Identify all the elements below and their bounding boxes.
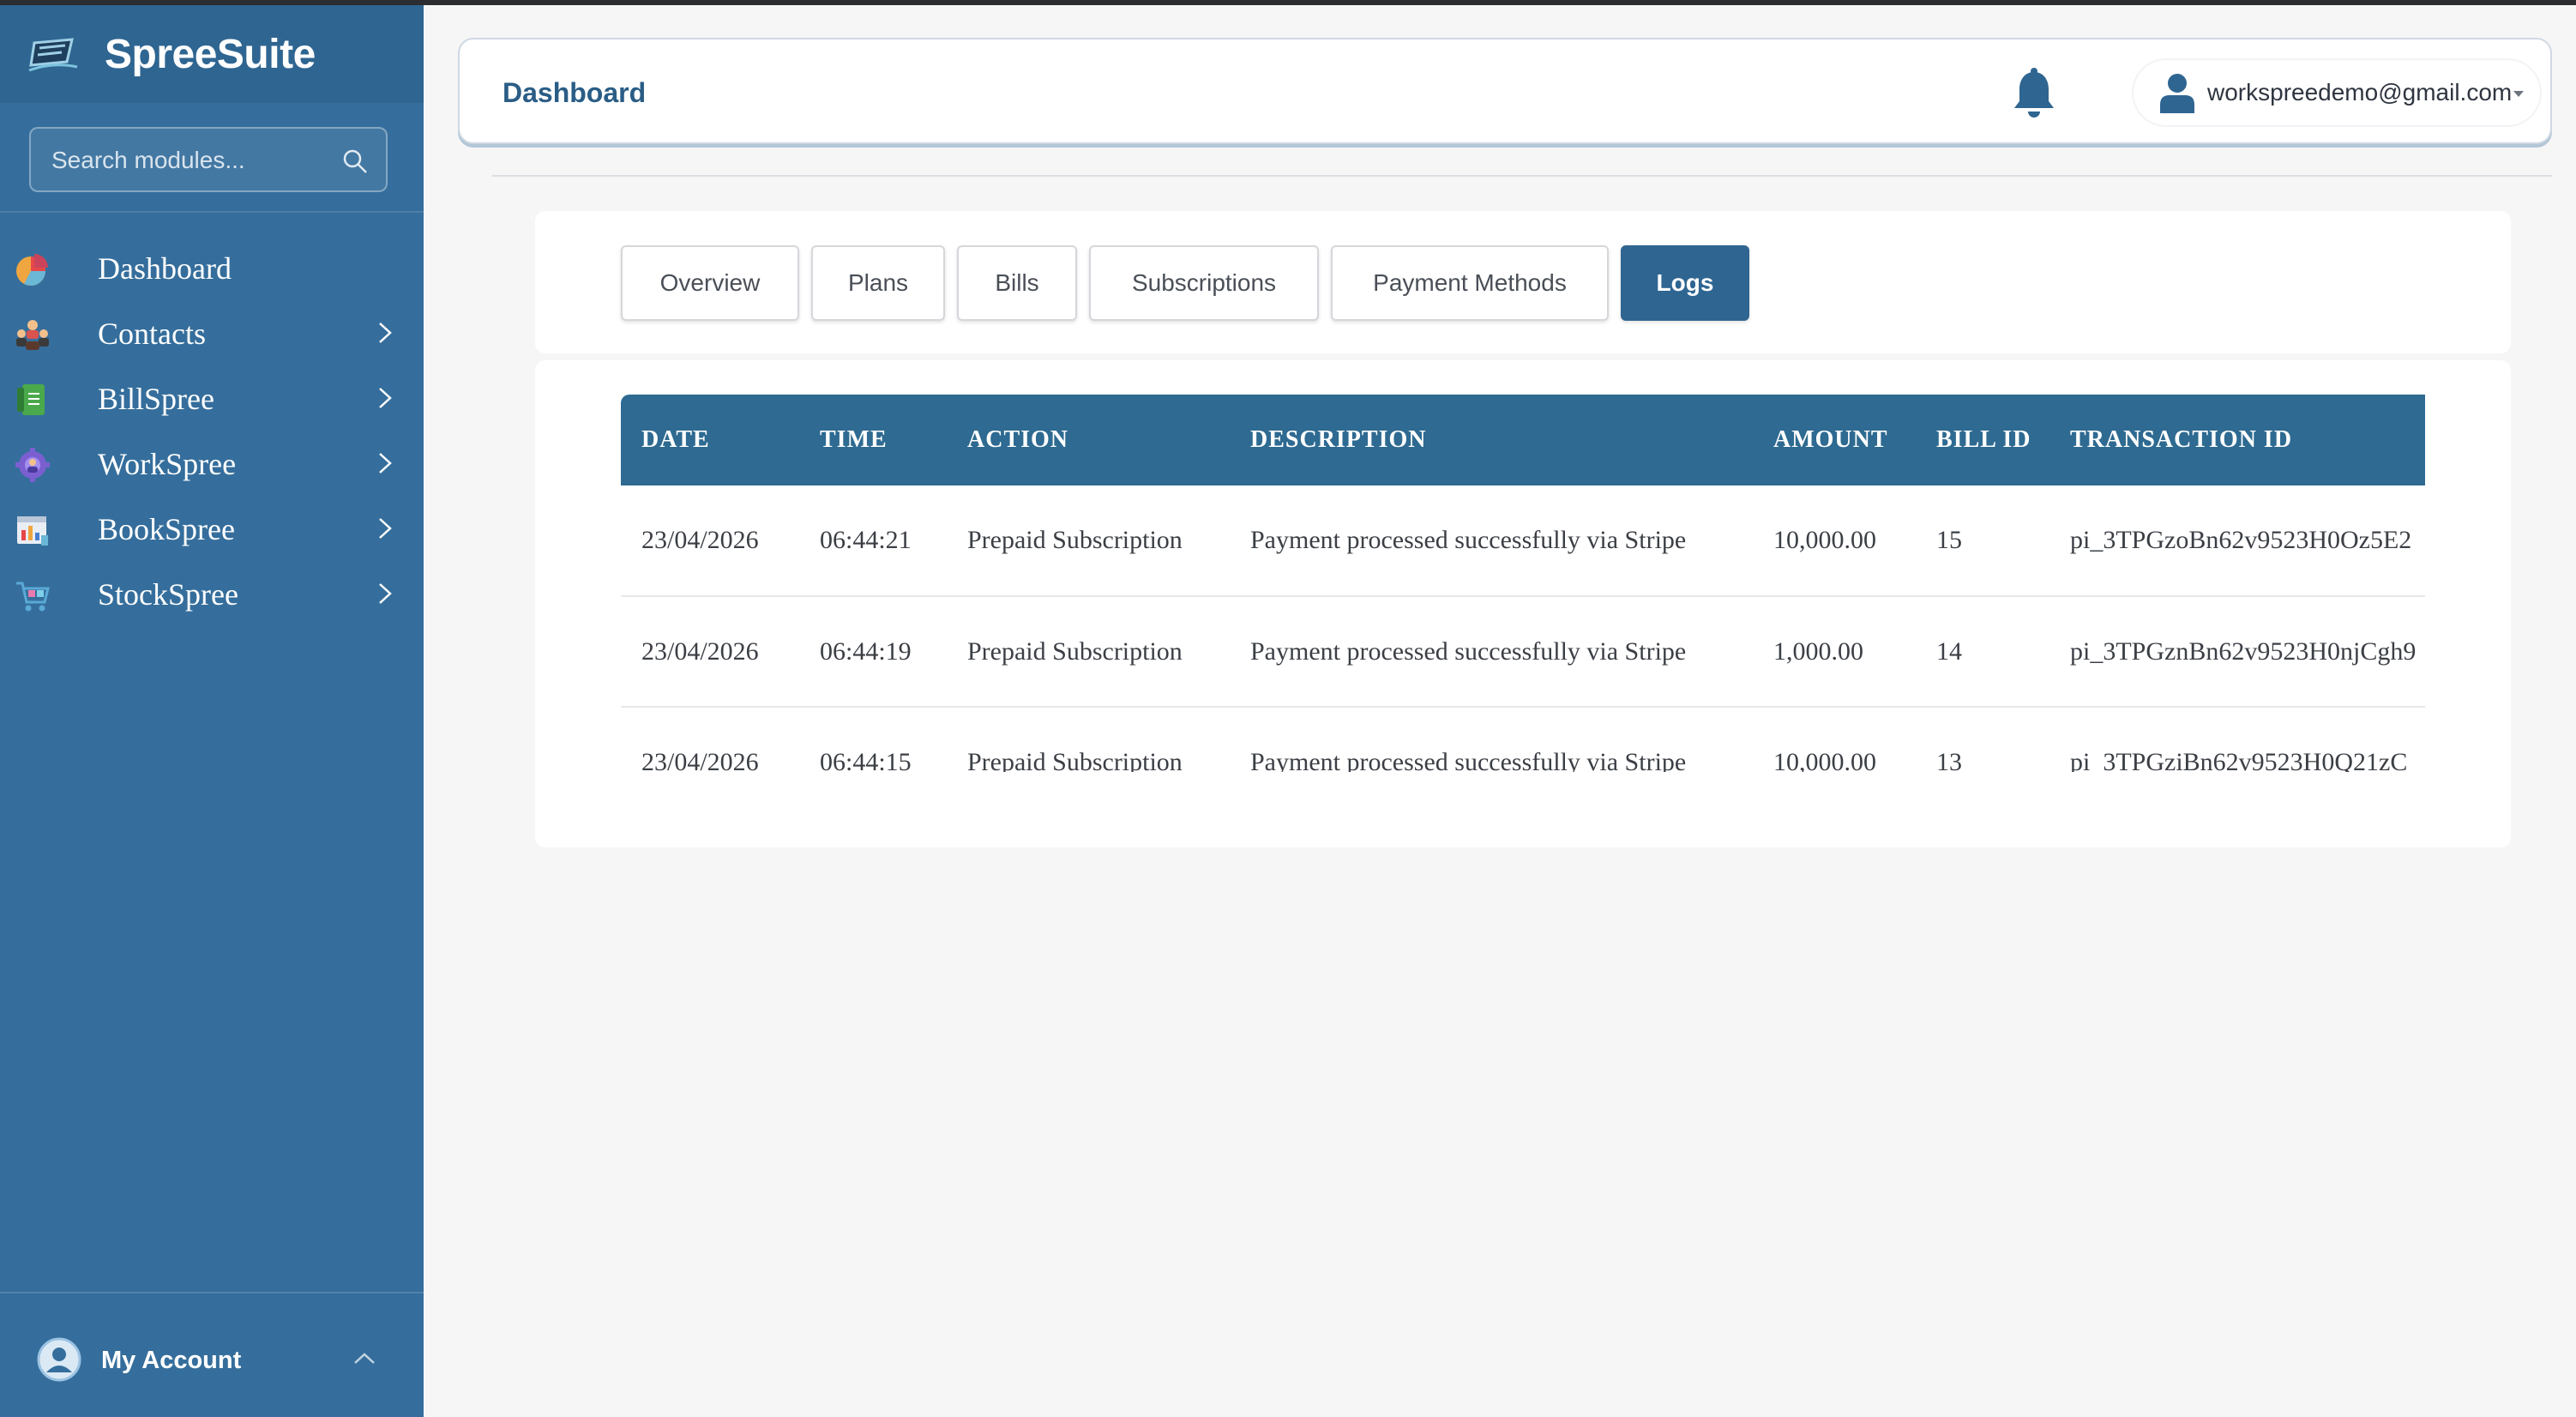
module-search bbox=[29, 127, 388, 192]
window-top-edge bbox=[0, 0, 2576, 5]
sidebar-divider bbox=[0, 211, 424, 213]
cell-action: Prepaid Subscription bbox=[967, 748, 1183, 772]
table-header-row: DATE TIME ACTION DESCRIPTION AMOUNT BILL… bbox=[621, 395, 2425, 485]
sidebar-item-workspree[interactable]: WorkSpree bbox=[0, 431, 424, 496]
tab-payment-methods[interactable]: Payment Methods bbox=[1331, 245, 1609, 321]
top-header: Dashboard workspreedemo@gmail.com bbox=[458, 38, 2552, 144]
cell-date: 23/04/2026 bbox=[621, 596, 799, 708]
header-divider bbox=[492, 175, 2552, 177]
search-icon[interactable] bbox=[341, 148, 369, 175]
logs-table-scroll[interactable]: DATE TIME ACTION DESCRIPTION AMOUNT BILL… bbox=[621, 395, 2425, 772]
sidebar-item-label: Contacts bbox=[98, 317, 206, 351]
cell-action: Prepaid Subscription bbox=[947, 485, 1230, 597]
cell-description: Payment processed successfully via Strip… bbox=[1230, 485, 1753, 597]
cell-bill-id: 14 bbox=[1916, 596, 2049, 708]
table-row: 23/04/2026 06:44:15 Prepaid Subscription… bbox=[621, 707, 2425, 772]
cell-amount: 10,000.00 bbox=[1753, 485, 1916, 597]
gear-team-icon bbox=[15, 448, 50, 482]
page-title: Dashboard bbox=[503, 77, 647, 108]
logs-card: DATE TIME ACTION DESCRIPTION AMOUNT BILL… bbox=[535, 360, 2511, 847]
column-header-amount: AMOUNT bbox=[1753, 395, 1916, 485]
cell-bill-id: 15 bbox=[1916, 485, 2049, 597]
app-name: SpreeSuite bbox=[105, 32, 316, 77]
caret-down-icon bbox=[2513, 91, 2524, 97]
brand-bar: SpreeSuite bbox=[0, 5, 424, 103]
table-row: 23/04/2026 06:44:19 Prepaid Subscription… bbox=[621, 596, 2425, 708]
sidebar-item-label: WorkSpree bbox=[98, 447, 237, 481]
chevron-right-icon bbox=[379, 583, 392, 604]
cell-time: 06:44:21 bbox=[799, 485, 947, 597]
cell-action: Prepaid Subscription bbox=[947, 596, 1230, 708]
column-header-bill-id: BILL ID bbox=[1916, 395, 2049, 485]
cell-date: 23/04/2026 bbox=[621, 485, 799, 597]
tab-bills[interactable]: Bills bbox=[957, 245, 1077, 321]
sidebar-item-label: BookSpree bbox=[98, 512, 235, 546]
tab-logs[interactable]: Logs bbox=[1621, 245, 1749, 321]
cell-time: 06:44:19 bbox=[799, 596, 947, 708]
cell-description: Payment processed successfully via Strip… bbox=[1230, 596, 1753, 708]
invoice-document-icon bbox=[17, 384, 45, 415]
sidebar-nav: Dashboard Contacts BillSpree WorkSpree B… bbox=[0, 235, 424, 626]
bell-icon[interactable] bbox=[2008, 67, 2060, 120]
billing-tabs: Overview Plans Bills Subscriptions Payme… bbox=[535, 211, 2511, 353]
sidebar-item-dashboard[interactable]: Dashboard bbox=[0, 235, 424, 300]
sidebar-item-label: Dashboard bbox=[98, 251, 232, 286]
cell-transaction-id: pi_3TPGzoBn62v9523H0Oz5E2 bbox=[2049, 485, 2425, 597]
spreesuite-logo-icon bbox=[28, 38, 78, 72]
column-header-action: ACTION bbox=[947, 395, 1230, 485]
sidebar-item-billspree[interactable]: BillSpree bbox=[0, 365, 424, 431]
pie-chart-icon bbox=[16, 254, 48, 286]
account-divider bbox=[0, 1292, 424, 1293]
search-input[interactable] bbox=[51, 146, 334, 175]
sidebar-item-label: BillSpree bbox=[98, 382, 214, 416]
cell-bill-id: 13 bbox=[1936, 748, 1962, 772]
sidebar: SpreeSuite Dashboard Contac bbox=[0, 5, 424, 1417]
tab-plans[interactable]: Plans bbox=[811, 245, 945, 321]
cell-date: 23/04/2026 bbox=[641, 748, 759, 772]
user-menu[interactable]: workspreedemo@gmail.com bbox=[2134, 60, 2540, 125]
user-avatar-icon bbox=[37, 1337, 81, 1382]
sidebar-item-bookspree[interactable]: BookSpree bbox=[0, 496, 424, 561]
chevron-right-icon bbox=[379, 453, 392, 473]
my-account-menu[interactable]: My Account bbox=[0, 1309, 424, 1395]
sidebar-item-contacts[interactable]: Contacts bbox=[0, 300, 424, 365]
cell-transaction-id: pi_3TPGznBn62v9523H0njCgh9 bbox=[2049, 596, 2425, 708]
cart-inventory-icon bbox=[16, 582, 50, 612]
chevron-right-icon bbox=[379, 323, 392, 343]
user-icon bbox=[2160, 74, 2194, 113]
my-account-label: My Account bbox=[101, 1347, 242, 1374]
tab-overview[interactable]: Overview bbox=[621, 245, 799, 321]
cell-description: Payment processed successfully via Strip… bbox=[1250, 748, 1687, 772]
ledger-book-icon bbox=[17, 516, 48, 546]
cell-amount: 10,000.00 bbox=[1773, 748, 1876, 772]
tab-subscriptions[interactable]: Subscriptions bbox=[1089, 245, 1319, 321]
people-group-icon bbox=[16, 320, 49, 350]
chevron-up-icon[interactable] bbox=[352, 1350, 377, 1367]
table-row: 23/04/2026 06:44:21 Prepaid Subscription… bbox=[621, 485, 2425, 597]
main-content: Dashboard workspreedemo@gmail.com Overvi… bbox=[424, 5, 2576, 1417]
sidebar-item-stockspree[interactable]: StockSpree bbox=[0, 561, 424, 626]
column-header-transaction-id: TRANSACTION ID bbox=[2049, 395, 2425, 485]
sidebar-item-label: StockSpree bbox=[98, 577, 238, 612]
chevron-right-icon bbox=[379, 388, 392, 408]
column-header-time: TIME bbox=[799, 395, 947, 485]
cell-amount: 1,000.00 bbox=[1753, 596, 1916, 708]
column-header-description: DESCRIPTION bbox=[1230, 395, 1753, 485]
cell-transaction-id: pi_3TPGziBn62v9523H0Q21zC bbox=[2070, 748, 2408, 772]
cell-time: 06:44:15 bbox=[820, 748, 912, 772]
column-header-date: DATE bbox=[621, 395, 799, 485]
chevron-right-icon bbox=[379, 518, 392, 539]
logs-table: DATE TIME ACTION DESCRIPTION AMOUNT BILL… bbox=[621, 395, 2425, 772]
user-email: workspreedemo@gmail.com bbox=[2207, 79, 2513, 106]
